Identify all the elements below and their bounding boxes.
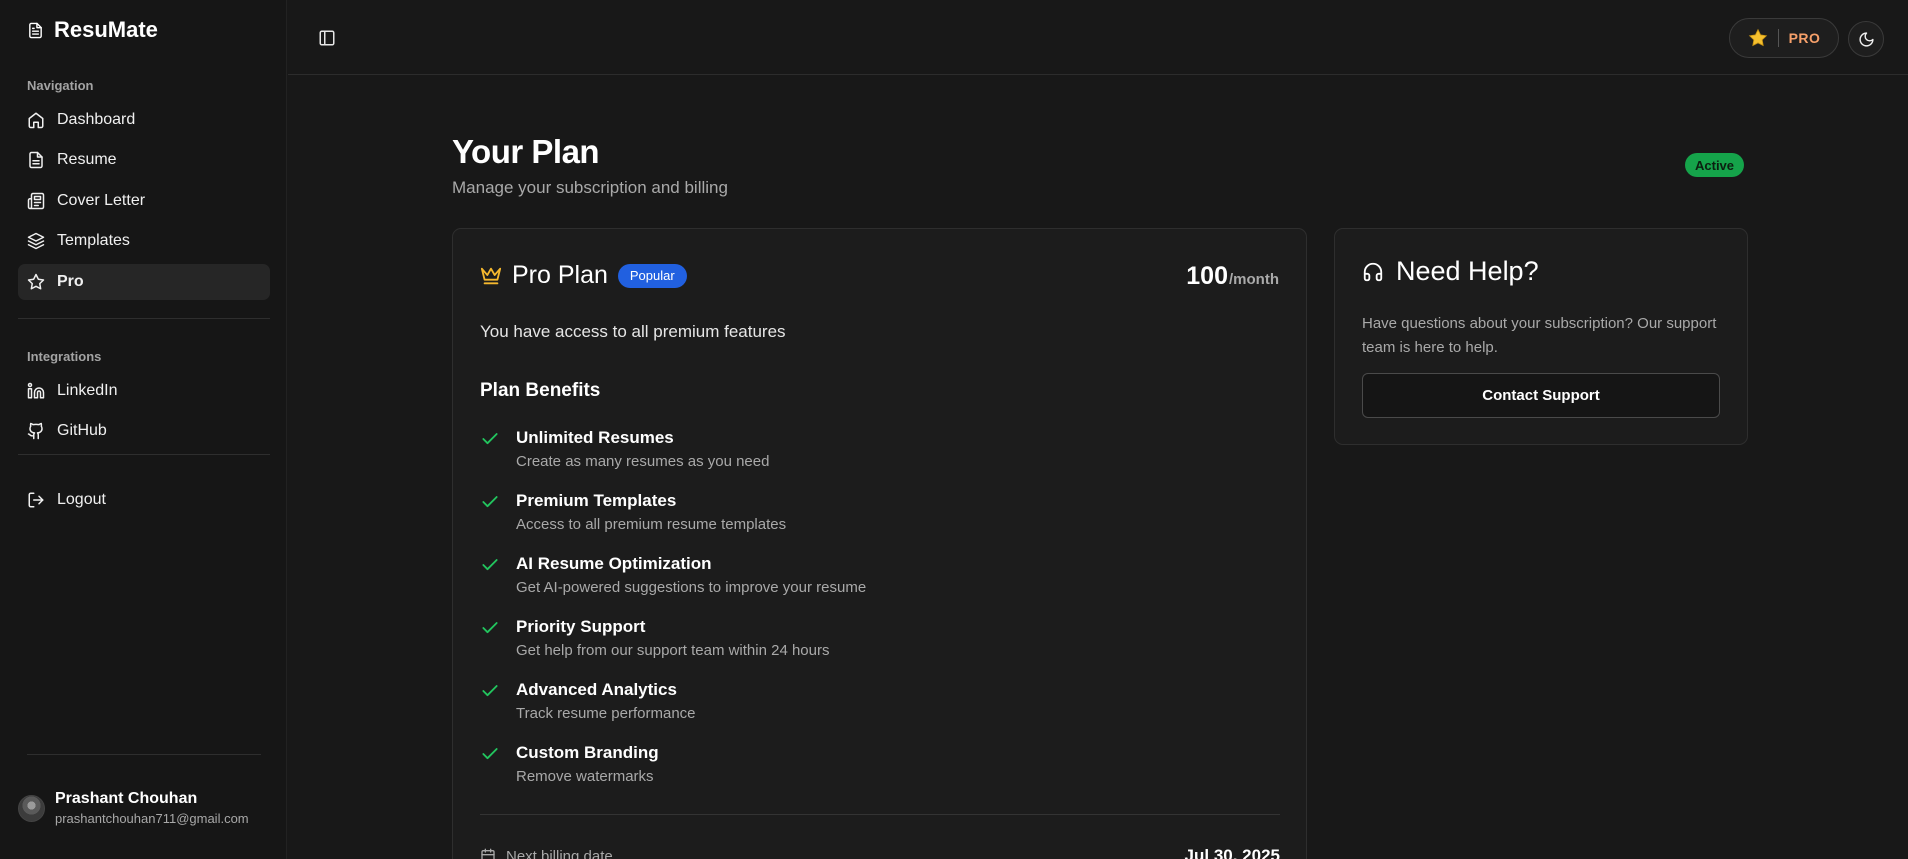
crown-icon [480, 267, 502, 284]
help-title: Need Help? [1396, 256, 1539, 286]
sidebar-item-label: Templates [57, 232, 130, 249]
file-text-icon [29, 151, 43, 169]
pro-label: PRO [1788, 30, 1821, 46]
github-icon [27, 422, 43, 440]
price-amount: 100 [1186, 262, 1228, 290]
layers-icon [27, 232, 45, 250]
check-icon [482, 748, 498, 760]
plan-header: Pro Plan Popular [480, 261, 687, 290]
sidebar-item-label: Dashboard [57, 111, 136, 128]
check-icon [482, 559, 498, 571]
navigation-label: Navigation [27, 78, 94, 93]
sidebar-divider [18, 318, 270, 319]
benefit-desc: Track resume performance [516, 705, 696, 722]
sidebar-item-label: Resume [57, 151, 117, 168]
sidebar-item-cover-letter[interactable]: Cover Letter [18, 183, 270, 219]
contact-support-button[interactable]: Contact Support [1362, 373, 1720, 418]
plan-divider [480, 814, 1280, 815]
brand-name: ResuMate [54, 17, 158, 42]
sidebar: ResuMate Navigation Dashboard Resume Cov… [0, 0, 287, 859]
page-title: Your Plan [452, 133, 600, 170]
billing-date: Jul 30, 2025 [1184, 846, 1280, 859]
pill-separator [1777, 29, 1779, 47]
sidebar-item-label: GitHub [57, 422, 107, 439]
benefit-desc: Create as many resumes as you need [516, 453, 770, 470]
integrations-label: Integrations [27, 349, 102, 364]
billing-label: Next billing date [480, 848, 613, 859]
check-icon [482, 433, 498, 445]
help-header: Need Help? [1362, 256, 1539, 287]
help-text: Have questions about your subscription? … [1362, 315, 1717, 356]
billing-row: Next billing date Jul 30, 2025 [480, 846, 1280, 859]
sidebar-divider [27, 754, 261, 755]
panel-left-icon [319, 30, 335, 46]
sidebar-item-label: Pro [57, 273, 84, 290]
logout-label: Logout [57, 491, 106, 508]
benefit-title: Custom Branding [516, 743, 659, 762]
sidebar-divider [18, 454, 270, 455]
plan-price: 100 /month [1186, 262, 1279, 291]
benefit-desc: Get AI-powered suggestions to improve yo… [516, 579, 867, 596]
check-icon [482, 685, 498, 697]
benefit-desc: Access to all premium resume templates [516, 516, 787, 533]
sidebar-item-label: Cover Letter [57, 192, 146, 209]
plan-name: Pro Plan [512, 261, 608, 289]
pro-status-button[interactable]: PRO [1729, 18, 1839, 58]
plan-description: You have access to all premium features [480, 322, 786, 341]
sidebar-item-resume[interactable]: Resume [18, 142, 270, 178]
topbar: PRO [288, 0, 1908, 75]
sidebar-item-dashboard[interactable]: Dashboard [18, 102, 270, 138]
logout-button[interactable]: Logout [18, 482, 270, 518]
theme-toggle-button[interactable] [1848, 21, 1884, 57]
sidebar-item-label: LinkedIn [57, 382, 118, 399]
benefits-title: Plan Benefits [480, 380, 601, 401]
brand[interactable]: ResuMate [27, 16, 158, 44]
page-subtitle: Manage your subscription and billing [452, 178, 728, 197]
benefit-desc: Remove watermarks [516, 768, 654, 785]
moon-icon [1858, 31, 1874, 47]
star-icon [1748, 28, 1767, 47]
file-text-icon [29, 22, 42, 38]
benefit-title: Premium Templates [516, 491, 677, 510]
newspaper-icon [27, 192, 45, 210]
sidebar-item-templates[interactable]: Templates [18, 223, 270, 259]
sidebar-item-linkedin[interactable]: LinkedIn [18, 373, 270, 409]
popular-badge: Popular [617, 263, 687, 288]
linkedin-icon [27, 382, 45, 399]
app-root: ResuMate Navigation Dashboard Resume Cov… [0, 0, 1908, 859]
check-icon [482, 622, 498, 634]
sidebar-toggle-button[interactable] [318, 29, 338, 49]
benefit-title: AI Resume Optimization [516, 554, 712, 573]
user-name: Prashant Chouhan [55, 790, 198, 807]
user-profile[interactable]: Prashant Chouhan prashantchouhan711@gmai… [18, 790, 249, 826]
benefit-title: Priority Support [516, 617, 646, 636]
headphones-icon [1363, 262, 1383, 281]
logout-icon [28, 492, 44, 508]
status-badge: Active [1685, 153, 1745, 177]
billing-label-text: Next billing date [506, 847, 613, 859]
avatar [18, 794, 45, 822]
user-email: prashantchouhan711@gmail.com [55, 811, 249, 826]
home-icon [28, 112, 44, 129]
benefit-desc: Get help from our support team within 24… [516, 642, 830, 659]
price-period: /month [1229, 271, 1279, 288]
benefit-title: Unlimited Resumes [516, 428, 674, 447]
check-icon [482, 496, 498, 508]
calendar-icon [481, 848, 495, 859]
help-card: Need Help? Have questions about your sub… [1334, 228, 1748, 445]
sidebar-item-github[interactable]: GitHub [18, 413, 270, 449]
benefit-title: Advanced Analytics [516, 680, 677, 699]
sidebar-item-pro[interactable]: Pro [18, 264, 270, 300]
star-icon [27, 273, 45, 290]
plan-card: Pro Plan Popular 100 /month You have acc… [452, 228, 1307, 859]
